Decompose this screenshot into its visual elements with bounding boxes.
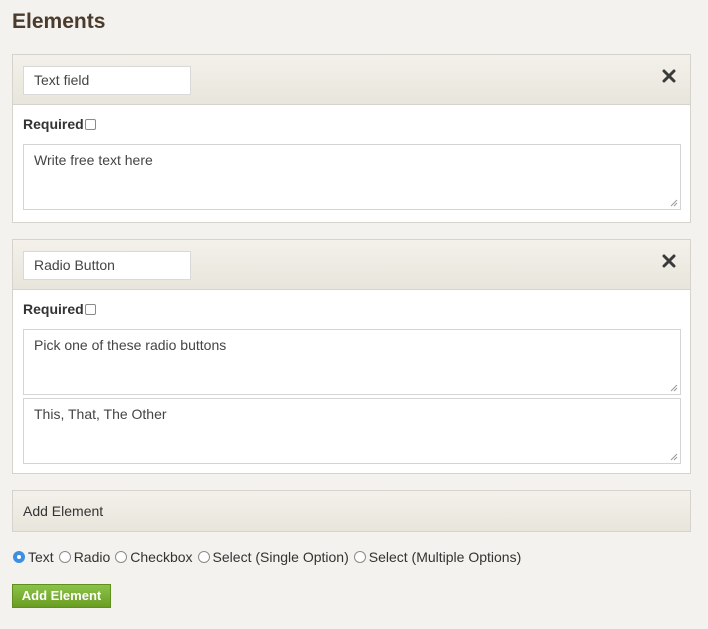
element-options-textarea[interactable]: This, That, The Other (23, 398, 681, 464)
element-title-input[interactable]: Radio Button (23, 251, 191, 280)
element-type-option-radio[interactable]: Radio (58, 549, 111, 565)
element-panel-radio-button: Radio Button Required Pick one of these … (12, 239, 691, 474)
element-title-value: Text field (34, 72, 90, 88)
radio-label: Text (28, 549, 54, 565)
element-description-textarea[interactable]: Write free text here (23, 144, 681, 210)
resize-grip-icon[interactable] (670, 453, 678, 461)
radio-button[interactable] (115, 551, 128, 563)
textarea-text: Write free text here (34, 152, 153, 168)
remove-element-button[interactable] (662, 69, 676, 83)
element-type-radio-group: Text Radio Checkbox Select (Single Optio… (13, 549, 526, 565)
element-panel-body: Required Write free text here (13, 105, 690, 220)
element-type-option-text[interactable]: Text (13, 549, 54, 565)
remove-element-button[interactable] (662, 254, 676, 268)
element-type-option-checkbox[interactable]: Checkbox (115, 549, 193, 565)
required-checkbox[interactable] (84, 118, 96, 130)
element-panel-header: Radio Button (13, 240, 690, 290)
element-panel-text-field: Text field Required Write free text here (12, 54, 691, 223)
element-title-input[interactable]: Text field (23, 66, 191, 95)
element-type-option-select-single[interactable]: Select (Single Option) (197, 549, 349, 565)
element-panel-header: Text field (13, 55, 690, 105)
radio-button[interactable] (13, 551, 25, 563)
element-type-option-select-multiple[interactable]: Select (Multiple Options) (353, 549, 522, 565)
radio-button[interactable] (197, 551, 210, 563)
close-icon (662, 69, 676, 83)
required-label: Required (23, 301, 84, 317)
required-row: Required (23, 115, 680, 133)
element-title-value: Radio Button (34, 257, 115, 273)
textarea-text: Pick one of these radio buttons (34, 337, 227, 353)
required-checkbox[interactable] (84, 303, 96, 315)
radio-button[interactable] (353, 551, 366, 563)
radio-label: Checkbox (130, 549, 193, 565)
resize-grip-icon[interactable] (670, 199, 678, 207)
element-panel-body: Required Pick one of these radio buttons… (13, 290, 690, 474)
required-label: Required (23, 116, 84, 132)
resize-grip-icon[interactable] (670, 384, 678, 392)
textarea-text: This, That, The Other (34, 406, 167, 422)
close-icon (662, 254, 676, 268)
radio-button[interactable] (58, 551, 71, 563)
add-element-section-header: Add Element (12, 490, 691, 532)
required-row: Required (23, 300, 680, 318)
element-description-textarea[interactable]: Pick one of these radio buttons (23, 329, 681, 395)
radio-label: Radio (73, 549, 111, 565)
add-element-section-label: Add Element (23, 503, 104, 519)
radio-label: Select (Multiple Options) (368, 549, 522, 565)
radio-label: Select (Single Option) (212, 549, 349, 565)
page-title: Elements (12, 10, 106, 33)
add-element-button[interactable]: Add Element (12, 584, 111, 608)
